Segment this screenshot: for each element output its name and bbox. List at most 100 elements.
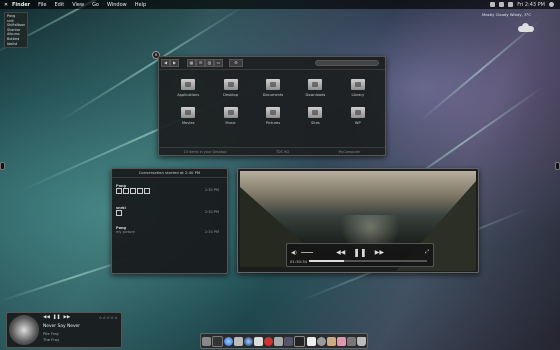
chat-window: Conversation started at 2:40 PM Pong 2:3… <box>111 168 228 274</box>
downloads-folder-icon <box>308 79 323 90</box>
mail-dock-icon[interactable] <box>234 336 244 346</box>
preview-dock-icon[interactable] <box>274 336 284 346</box>
folder-label: Movies <box>181 121 195 125</box>
status-area: Fri 2:43 PM <box>490 2 554 8</box>
dropdown-item[interactable]: Idolist <box>5 42 27 47</box>
folder-item-downloads[interactable]: Downloads <box>294 79 336 97</box>
coverflow-view-button[interactable]: ▭ <box>214 59 223 67</box>
finder-status-bar: 10 items in your Desktop TDS HD MyComput… <box>159 147 385 155</box>
status-disk: TDS HD <box>275 149 290 154</box>
video-player-window: ◀) ◀◀ ❚❚ ▶▶ ⤢ 01:30:34 <box>237 168 479 273</box>
menu-view[interactable]: View <box>72 2 84 8</box>
calendar-dock-icon[interactable] <box>254 336 264 346</box>
library-folder-icon <box>350 79 365 90</box>
safari-dock-icon[interactable] <box>224 336 234 346</box>
pause-button[interactable]: ❚❚ <box>53 315 61 320</box>
menu-finder[interactable]: Finder <box>12 2 30 8</box>
menu-file[interactable]: File <box>38 2 46 8</box>
folder-item-applications[interactable]: Applications <box>167 79 209 97</box>
terminal-dock-icon[interactable] <box>294 335 306 347</box>
wp-folder-icon <box>350 107 365 118</box>
spotlight-icon[interactable] <box>549 2 554 7</box>
music-folder-icon <box>223 107 238 118</box>
right-edge-handle[interactable] <box>555 162 560 170</box>
menu-bar: ✕ Finder File Edit View Go Window Help F… <box>0 0 560 9</box>
rewind-button[interactable]: ◀◀ <box>336 249 345 256</box>
itunes-dock-icon[interactable] <box>244 336 254 346</box>
menu-dropdown: Pong snik ShiftsNoon Shantor Albums Bott… <box>4 12 28 49</box>
folder-label: Pictures <box>265 121 281 125</box>
previous-track-button[interactable]: ◀◀ <box>43 315 50 320</box>
track-artist: Pile Fray <box>43 331 59 336</box>
folder-label: Music <box>225 121 236 125</box>
menu-window[interactable]: Window <box>107 2 127 8</box>
addressbook-dock-icon[interactable] <box>264 336 274 346</box>
downloads-dock-icon[interactable] <box>346 336 356 346</box>
folder-item-movies[interactable]: Movies <box>167 107 209 125</box>
folder-label: Downloads <box>305 93 326 97</box>
finder-dock-icon[interactable] <box>202 336 212 346</box>
video-progress-fill <box>309 260 345 262</box>
folder-item-wp[interactable]: WP <box>337 107 379 125</box>
menu-go[interactable]: Go <box>92 2 99 8</box>
sites-folder-icon <box>308 107 323 118</box>
emoticon-icon <box>116 188 122 194</box>
next-track-button[interactable]: ▶▶ <box>63 315 70 320</box>
message-time: 2:30 PM <box>204 210 219 214</box>
emoticon-icon <box>130 188 136 194</box>
emoticon-icon <box>144 188 150 194</box>
message-time: 2:30 PM <box>204 188 219 192</box>
emoticon-icon <box>123 188 129 194</box>
volume-icon[interactable] <box>499 2 505 7</box>
apple-menu-icon[interactable]: ✕ <box>0 2 12 8</box>
left-edge-handle[interactable] <box>0 162 5 170</box>
folder-item-library[interactable]: Library <box>337 79 379 97</box>
music-widget: ◀◀ ❚❚ ▶▶ ☆☆☆☆☆ Never Say Never Pile Fray… <box>6 312 122 348</box>
video-progress-bar[interactable] <box>309 260 427 262</box>
pause-button[interactable]: ❚❚ <box>353 248 366 257</box>
menu-help[interactable]: Help <box>135 2 146 8</box>
dock <box>200 333 368 349</box>
track-title: Never Say Never <box>43 324 81 329</box>
trash-dock-icon[interactable] <box>356 336 366 346</box>
documents-dock-icon[interactable] <box>336 336 346 346</box>
music-controls: ◀◀ ❚❚ ▶▶ <box>43 315 70 320</box>
fast-forward-button[interactable]: ▶▶ <box>375 249 384 256</box>
folder-item-pictures[interactable]: Pictures <box>252 107 294 125</box>
battery-icon[interactable] <box>508 2 514 7</box>
cloud-icon <box>518 23 534 32</box>
folder-item-documents[interactable]: Documents <box>252 79 294 97</box>
weather-text: Mostly Cloudy Windy, 3°C <box>482 12 532 17</box>
fullscreen-icon[interactable]: ⤢ <box>425 249 429 255</box>
folder-item-music[interactable]: Music <box>209 107 251 125</box>
folder-label: Library <box>351 93 365 97</box>
forward-button[interactable]: ▶ <box>170 59 179 67</box>
photos-dock-icon[interactable] <box>284 336 294 346</box>
column-view-button[interactable]: ▥ <box>205 59 214 67</box>
textedit-dock-icon[interactable] <box>306 336 316 346</box>
wifi-icon[interactable] <box>490 2 496 7</box>
system-prefs-dock-icon[interactable] <box>316 336 326 346</box>
folder-item-desktop[interactable]: Desktop <box>209 79 251 97</box>
rating-stars[interactable]: ☆☆☆☆☆ <box>99 315 118 320</box>
video-time: 01:30:34 <box>290 259 308 264</box>
status-computer: MyComputer <box>338 149 361 154</box>
playback-buttons: ◀◀ ❚❚ ▶▶ <box>287 246 433 258</box>
search-input[interactable] <box>315 60 379 66</box>
menu-clock[interactable]: Fri 2:43 PM <box>517 2 545 8</box>
documents-folder-icon <box>265 79 280 90</box>
action-gear-icon[interactable]: ⚙ <box>229 59 243 67</box>
menu-edit[interactable]: Edit <box>55 2 65 8</box>
folder-label: WP <box>354 121 361 125</box>
chat-message: Pong 2:30 PM <box>116 184 223 196</box>
folder-dock-icon[interactable] <box>326 336 336 346</box>
applications-folder-icon <box>181 79 196 90</box>
folder-label: Documents <box>262 93 284 97</box>
folder-item-sites[interactable]: Sites <box>294 107 336 125</box>
icon-view-button[interactable]: ▦ <box>187 59 196 67</box>
dashboard-dock-icon[interactable] <box>212 335 224 347</box>
list-view-button[interactable]: ☰ <box>196 59 205 67</box>
track-album: The Fray <box>43 337 60 342</box>
finder-grid: Applications Desktop Documents Downloads… <box>167 79 379 125</box>
back-button[interactable]: ◀ <box>161 59 170 67</box>
